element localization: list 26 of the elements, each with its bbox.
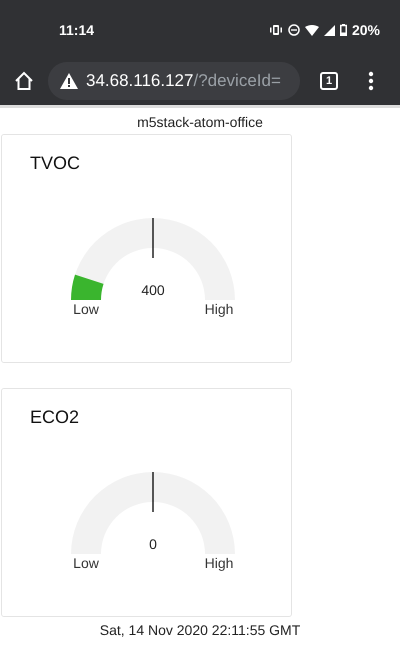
battery-icon (340, 24, 347, 36)
low-label: Low (73, 301, 99, 317)
vibrate-icon (268, 25, 283, 35)
clock-time: 11:14 (59, 22, 94, 38)
url-text: 34.68.116.127/?deviceId= (86, 70, 281, 90)
device-name: m5stack-atom-office (136, 113, 264, 132)
high-label: High (204, 555, 234, 571)
high-label: High (204, 301, 234, 317)
home-icon[interactable] (14, 70, 34, 90)
gauge-title: ECO2 (30, 407, 80, 428)
signal-icon (324, 24, 335, 36)
low-label: Low (73, 555, 99, 571)
gauge-title: TVOC (30, 153, 82, 174)
warning-icon (60, 72, 78, 88)
timestamp: Sat, 14 Nov 2020 22:11:55 GMT (98, 622, 302, 638)
more-menu-icon[interactable] (368, 70, 374, 90)
gauge-fill (71, 274, 104, 300)
gauge-value: 400 (141, 282, 165, 298)
do-not-disturb-icon (288, 24, 300, 36)
address-bar[interactable]: 34.68.116.127/?deviceId= (48, 62, 300, 100)
gauge-value: 0 (149, 536, 157, 552)
gauge-needle (152, 218, 154, 258)
tab-count-button[interactable]: 1 (320, 72, 338, 90)
gauge-needle (152, 472, 154, 512)
wifi-icon (304, 24, 319, 36)
battery-percent: 20% (352, 22, 380, 38)
